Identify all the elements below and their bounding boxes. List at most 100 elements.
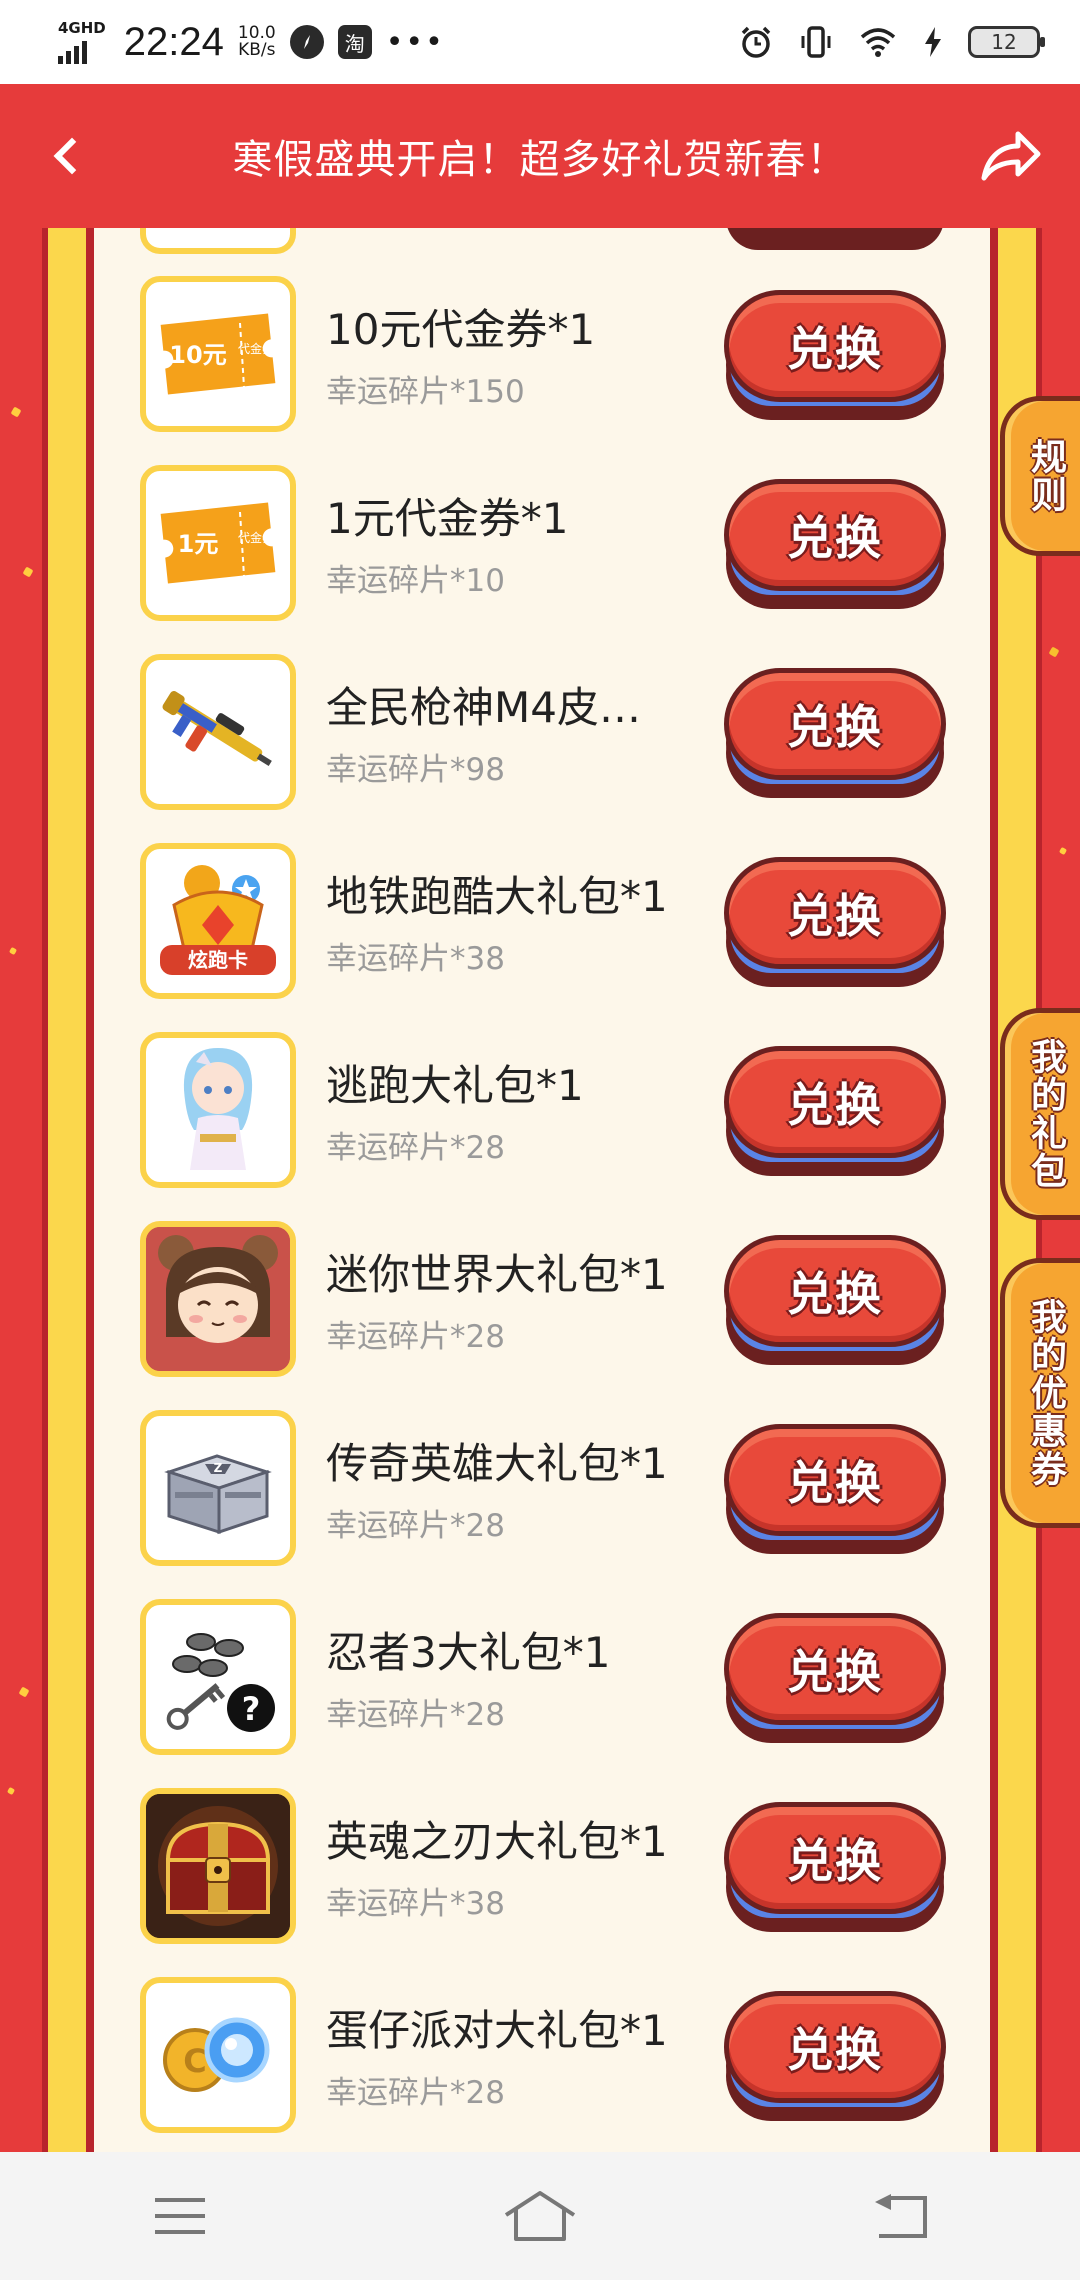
vibrate-icon <box>801 26 831 58</box>
page-title: 寒假盛典开启！超多好礼贺新春！ <box>232 137 848 183</box>
list-item: 10元 代金券 10元代金券*1 幸运碎片*150 兑换 <box>140 276 960 432</box>
coins-key-mystery-icon: ? <box>166 1633 275 1732</box>
item-name: 英魂之刃大礼包*1 <box>326 1817 668 1866</box>
item-name: 蛋仔派对大礼包*1 <box>326 2006 668 2055</box>
item-name: 全民枪神M4皮… <box>326 683 641 732</box>
item-cost: 幸运碎片*10 <box>326 563 505 599</box>
item-name: 地铁跑酷大礼包*1 <box>326 872 668 921</box>
rules-tab[interactable]: 规则 <box>1000 396 1080 556</box>
exchange-button[interactable]: 兑换 <box>724 479 946 611</box>
list-item: 迷你世界大礼包*1 幸运碎片*28 兑换 <box>140 1221 960 1377</box>
back-button[interactable] <box>40 124 104 188</box>
exchange-button[interactable]: 兑换 <box>724 1424 946 1556</box>
item-thumbnail <box>140 1788 296 1944</box>
item-name: 10元代金券*1 <box>326 305 596 354</box>
home-button[interactable] <box>480 2176 600 2256</box>
svg-text:Z: Z <box>214 1461 223 1475</box>
taobao-app-icon: 淘 <box>337 25 372 59</box>
item-thumbnail <box>140 654 296 810</box>
more-notifications-icon: ••• <box>385 24 445 60</box>
exchange-button[interactable]: 兑换 <box>724 668 946 800</box>
partial-item-thumb <box>140 228 296 254</box>
list-item: 炫跑卡 地铁跑酷大礼包*1 幸运碎片*38 兑换 <box>140 843 960 999</box>
coin-orb-icon: C <box>163 2017 270 2092</box>
list-item: 英魂之刃大礼包*1 幸运碎片*38 兑换 <box>140 1788 960 1944</box>
item-cost: 幸运碎片*28 <box>326 1508 505 1544</box>
item-name: 忍者3大礼包*1 <box>326 1628 611 1677</box>
rifle-skin-icon <box>162 691 272 767</box>
item-cost: 幸运碎片*28 <box>326 1319 505 1355</box>
treasure-chest-icon <box>146 1794 290 1938</box>
back-nav-button[interactable] <box>840 2176 960 2256</box>
chevron-left-icon <box>53 137 91 175</box>
network-type: 4GHD <box>58 18 106 37</box>
item-thumbnail: 10元 代金券 <box>140 276 296 432</box>
exchange-button[interactable]: 兑换 <box>724 1046 946 1178</box>
compass-app-icon <box>289 25 324 59</box>
item-cost: 幸运碎片*38 <box>326 1886 505 1922</box>
coupon-icon: 1元 代金券 <box>160 502 276 584</box>
signal-indicator: 4GHD <box>58 18 106 64</box>
exchange-button[interactable]: 兑换 <box>724 1991 946 2123</box>
list-item: Z 传奇英雄大礼包*1 幸运碎片*28 兑换 <box>140 1410 960 1566</box>
mini-world-character-icon <box>146 1227 290 1371</box>
exchange-stage: 10元 代金券 10元代金券*1 幸运碎片*150 兑换 1元 代金券 1元代金… <box>0 228 1080 2152</box>
silver-chest-icon: Z <box>164 1454 272 1535</box>
item-name: 逃跑大礼包*1 <box>326 1061 584 1110</box>
item-thumbnail <box>140 1221 296 1377</box>
svg-text:炫跑卡: 炫跑卡 <box>188 948 248 972</box>
my-coupons-tab[interactable]: 我的优惠券 <box>1000 1258 1080 1528</box>
item-thumbnail: 炫跑卡 <box>140 843 296 999</box>
svg-text:1元: 1元 <box>178 530 219 558</box>
exchange-button[interactable]: 兑换 <box>724 1235 946 1367</box>
share-icon <box>981 131 1041 181</box>
exchange-button[interactable]: 兑换 <box>724 290 946 422</box>
anime-girl-icon <box>183 1048 253 1170</box>
partial-item-button <box>726 228 944 250</box>
share-button[interactable] <box>974 120 1046 192</box>
network-speed: 10.0 KB/s <box>237 23 276 60</box>
svg-text:?: ? <box>242 1690 261 1728</box>
item-cost: 幸运碎片*28 <box>326 1697 505 1733</box>
item-name: 1元代金券*1 <box>326 494 569 543</box>
page-header: 寒假盛典开启！超多好礼贺新春！ <box>0 84 1080 228</box>
exchange-button[interactable]: 兑换 <box>724 1613 946 1745</box>
menu-button[interactable] <box>120 2176 240 2256</box>
svg-text:10元: 10元 <box>169 341 226 369</box>
home-icon <box>504 2191 576 2241</box>
charging-icon <box>925 27 941 57</box>
coupon-icon: 10元 代金券 <box>160 313 276 395</box>
list-item: ? 忍者3大礼包*1 幸运碎片*28 兑换 <box>140 1599 960 1755</box>
signal-bars-icon <box>58 36 87 64</box>
item-thumbnail: C <box>140 1977 296 2133</box>
exchange-button[interactable]: 兑换 <box>724 857 946 989</box>
alarm-icon <box>741 26 771 58</box>
item-name: 迷你世界大礼包*1 <box>326 1250 668 1299</box>
battery-icon: 12 <box>968 26 1045 58</box>
my-gifts-tab[interactable]: 我的礼包 <box>1000 1008 1080 1220</box>
run-card-icon: 炫跑卡 <box>160 865 276 975</box>
wifi-icon <box>860 28 896 57</box>
item-thumbnail: 1元 代金券 <box>140 465 296 621</box>
item-name: 传奇英雄大礼包*1 <box>326 1439 668 1488</box>
list-item: 全民枪神M4皮… 幸运碎片*98 兑换 <box>140 654 960 810</box>
exchange-button[interactable]: 兑换 <box>724 1802 946 1934</box>
svg-text:代金券: 代金券 <box>238 530 274 545</box>
item-cost: 幸运碎片*28 <box>326 2075 505 2111</box>
item-cost: 幸运碎片*98 <box>326 752 505 788</box>
item-thumbnail: ? <box>140 1599 296 1755</box>
list-item: 逃跑大礼包*1 幸运碎片*28 兑换 <box>140 1032 960 1188</box>
status-bar: 4GHD 22:24 10.0 KB/s 淘 ••• 12 <box>0 0 1080 84</box>
item-cost: 幸运碎片*28 <box>326 1130 505 1166</box>
system-nav-bar <box>0 2152 1080 2280</box>
list-item: C 蛋仔派对大礼包*1 幸运碎片*28 兑换 <box>140 1977 960 2133</box>
item-thumbnail <box>140 1032 296 1188</box>
left-frame <box>42 228 92 2152</box>
item-thumbnail: Z <box>140 1410 296 1566</box>
list-item: 1元 代金券 1元代金券*1 幸运碎片*10 兑换 <box>140 465 960 621</box>
svg-text:C: C <box>183 2042 206 2080</box>
return-icon <box>875 2194 927 2238</box>
menu-icon <box>155 2198 205 2234</box>
item-cost: 幸运碎片*38 <box>326 941 505 977</box>
svg-text:代金券: 代金券 <box>238 341 274 356</box>
